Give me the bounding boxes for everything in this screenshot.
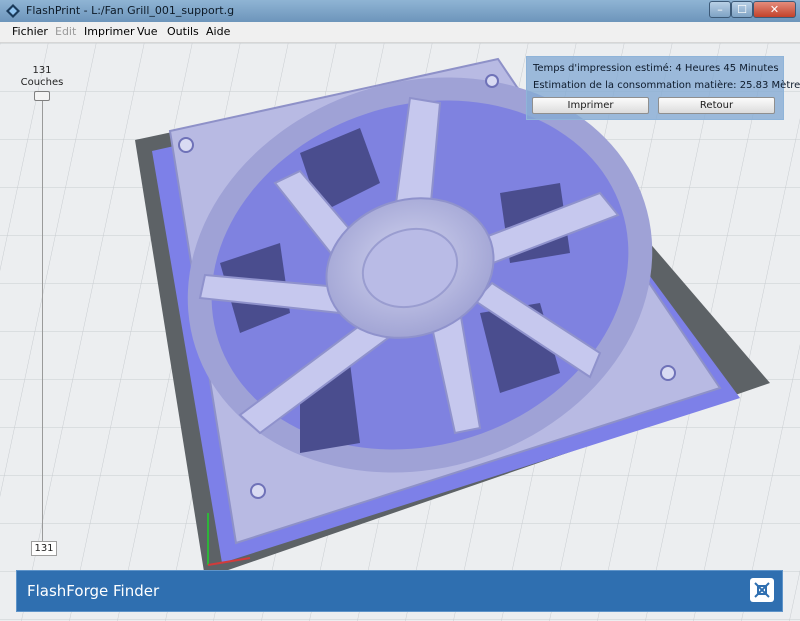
flashprint-app-icon [6,4,20,18]
device-status-bar: FlashForge Finder [16,570,783,612]
close-button[interactable]: ✕ [753,1,796,18]
material-estimate-text: Estimation de la consommation matière: 2… [533,80,800,91]
menu-edit[interactable]: Edit [55,25,76,38]
back-button[interactable]: Retour [658,97,775,114]
window-title: FlashPrint - L:/Fan Grill_001_support.g [26,4,235,17]
3d-viewport[interactable]: 131 Couches 131 Temps d'impression estim… [0,43,800,621]
device-name: FlashForge Finder [27,582,160,600]
menu-bar: Fichier Edit Imprimer Vue Outils Aide [0,22,800,43]
title-bar: FlashPrint - L:/Fan Grill_001_support.g … [0,0,800,23]
layer-slider-thumb[interactable] [34,91,50,101]
print-button[interactable]: Imprimer [532,97,649,114]
layer-count-top: 131 [32,65,52,76]
layer-caption: Couches [20,77,64,88]
maximize-button[interactable]: ☐ [731,1,753,18]
print-estimate-panel: Temps d'impression estimé: 4 Heures 45 M… [526,56,800,120]
menu-outils[interactable]: Outils [167,25,199,38]
menu-aide[interactable]: Aide [206,25,230,38]
layer-slider-track[interactable] [42,91,43,543]
layer-count-bottom[interactable]: 131 [31,541,57,556]
minimize-button[interactable]: – [709,1,731,18]
estimated-time-text: Temps d'impression estimé: 4 Heures 45 M… [533,63,779,74]
menu-fichier[interactable]: Fichier [12,25,48,38]
menu-imprimer[interactable]: Imprimer [84,25,135,38]
layer-slider-top-label: 131 Couches [20,65,64,89]
print-preview-scene[interactable] [0,43,800,621]
menu-vue[interactable]: Vue [137,25,158,38]
device-connect-icon[interactable] [750,578,774,602]
